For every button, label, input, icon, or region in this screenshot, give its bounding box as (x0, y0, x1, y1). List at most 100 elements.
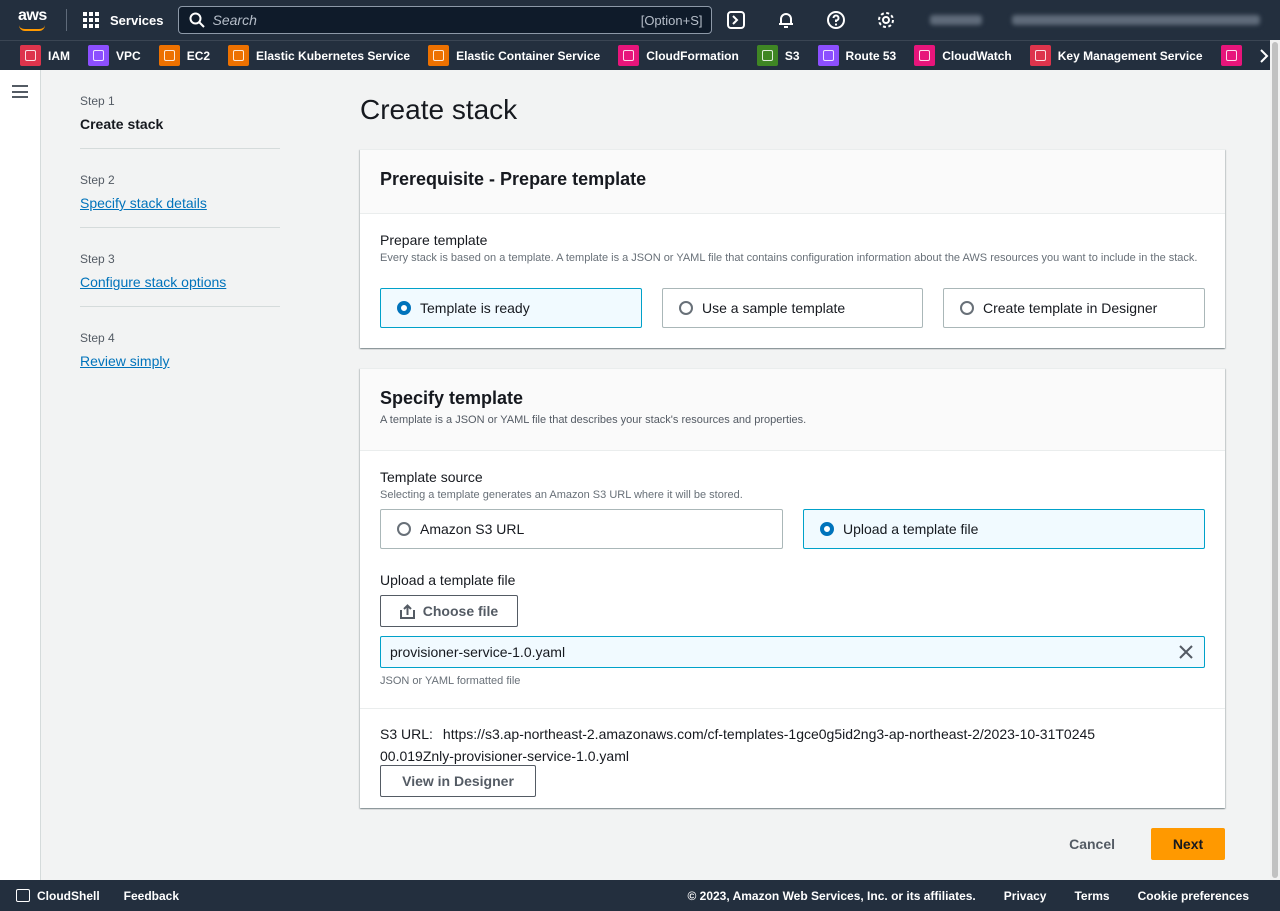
prepare-template-label: Prepare template (380, 232, 488, 248)
upload-file-label: Upload a template file (380, 572, 516, 588)
help-icon (826, 11, 845, 29)
option-label: Use a sample template (702, 300, 846, 316)
wizard-actions: Cancel Next (1069, 828, 1225, 860)
choose-file-label: Choose file (422, 603, 499, 619)
upload-icon (399, 603, 415, 619)
feedback-link[interactable]: Feedback (124, 889, 179, 903)
cookie-preferences-link[interactable]: Cookie preferences (1138, 889, 1249, 903)
selected-file-name: provisioner-service-1.0.yaml (390, 644, 566, 660)
page-title: Create stack (360, 94, 518, 125)
search-input[interactable]: Search [Option+S] (177, 6, 712, 34)
favorite-label: EC2 (186, 48, 211, 63)
service-icon (20, 45, 41, 66)
favorite-vpc[interactable]: VPC (88, 45, 141, 66)
service-icon (1220, 45, 1242, 66)
option-label: Template is ready (420, 300, 530, 316)
search-icon (189, 12, 205, 28)
service-icon (158, 45, 180, 66)
favorite-label: Key Management Service (1057, 48, 1203, 63)
region-menu-blurred[interactable] (929, 15, 982, 25)
favorite-s3[interactable]: S3 (756, 45, 800, 66)
favorite-elastic-container-service[interactable]: Elastic Container Service (428, 45, 600, 66)
s3-url-key: S3 URL: (380, 726, 433, 742)
footer-links: © 2023, Amazon Web Services, Inc. or its… (659, 889, 1249, 903)
wizard-step-4: Step 4 Review simply (80, 331, 280, 385)
aws-logo-text: aws (18, 7, 47, 24)
service-icon (817, 45, 839, 66)
favorite-elastic-kubernetes-service[interactable]: Elastic Kubernetes Service (228, 45, 410, 66)
service-icon (428, 45, 450, 66)
cloudshell-footer-button[interactable]: CloudShell (16, 889, 100, 903)
search-shortcut-hint: [Option+S] (640, 12, 703, 28)
step-link-specify-stack-details[interactable]: Specify stack details (80, 195, 280, 211)
prepare-template-description: Every stack is based on a template. A te… (380, 252, 1198, 264)
panel-heading: Specify template (380, 388, 524, 408)
settings-button[interactable] (866, 0, 906, 40)
panel-description: A template is a JSON or YAML file that d… (380, 414, 807, 426)
radio-selected-icon (397, 301, 411, 315)
s3-url-display: S3 URL: https://s3.ap-northeast-2.amazona… (380, 723, 1100, 767)
page-scrollbar[interactable] (1270, 40, 1280, 880)
specify-template-panel: Specify template A template is a JSON or… (360, 368, 1225, 808)
help-button[interactable] (816, 0, 856, 40)
service-icon (914, 45, 936, 66)
notifications-button[interactable] (766, 0, 806, 40)
panel-header: Prerequisite - Prepare template (360, 150, 1225, 214)
favorite-iam[interactable]: IAM (20, 45, 70, 66)
scrollbar-thumb[interactable] (1272, 42, 1278, 878)
radio-unselected-icon (397, 522, 411, 536)
close-icon[interactable] (1178, 644, 1194, 660)
template-source-label: Template source (380, 469, 483, 485)
favorite-label: Elastic Kubernetes Service (256, 48, 411, 63)
step-link-review[interactable]: Review simply (80, 353, 280, 369)
terminal-icon (726, 11, 745, 29)
menu-icon[interactable] (12, 85, 28, 98)
side-navigation-rail (0, 70, 41, 880)
divider (360, 708, 1225, 709)
panel-header: Specify template A template is a JSON or… (360, 369, 1225, 451)
next-button[interactable]: Next (1151, 828, 1225, 860)
cloudshell-label: CloudShell (37, 888, 100, 903)
option-template-ready[interactable]: Template is ready (380, 288, 642, 328)
terms-link[interactable]: Terms (1074, 889, 1109, 903)
terminal-icon (16, 889, 30, 902)
step-link-configure-stack-options[interactable]: Configure stack options (80, 274, 280, 290)
file-format-hint: JSON or YAML formatted file (380, 675, 521, 687)
gear-icon (877, 12, 894, 28)
nav-divider (66, 9, 67, 31)
search-placeholder: Search (212, 12, 257, 28)
step-number: Step 3 (80, 252, 115, 266)
account-menu-blurred[interactable] (1011, 15, 1260, 25)
option-sample-template[interactable]: Use a sample template (662, 288, 923, 328)
choose-file-button[interactable]: Choose file (380, 595, 518, 627)
option-label: Amazon S3 URL (420, 521, 525, 537)
favorite-key-management-service[interactable]: Key Management Service (1029, 45, 1203, 66)
privacy-link[interactable]: Privacy (1004, 889, 1047, 903)
services-menu-button[interactable]: Services (75, 0, 172, 40)
service-icon (88, 45, 109, 66)
option-label: Create template in Designer (983, 300, 1158, 316)
option-create-in-designer[interactable]: Create template in Designer (943, 288, 1205, 328)
favorite-label: IAM (48, 48, 70, 63)
favorite-route-53[interactable]: Route 53 (817, 45, 897, 66)
wizard-step-3: Step 3 Configure stack options (80, 252, 280, 307)
radio-selected-icon (820, 522, 834, 536)
favorite-ec2[interactable]: EC2 (158, 45, 211, 66)
cancel-button[interactable]: Cancel (1069, 836, 1115, 852)
step-number: Step 1 (80, 94, 115, 108)
option-amazon-s3-url[interactable]: Amazon S3 URL (380, 509, 783, 549)
top-navigation: aws Services Search [Option+S] (0, 0, 1280, 40)
option-upload-template-file[interactable]: Upload a template file (803, 509, 1205, 549)
favorites-bar: IAM VPC EC2 Elastic Kubernetes Service Elast… (0, 40, 1280, 70)
cloudshell-nav-button[interactable] (716, 0, 756, 40)
favorite-label: CloudWatch (942, 48, 1012, 63)
bell-icon (778, 13, 793, 28)
favorite-cloudwatch[interactable]: CloudWatch (914, 45, 1012, 66)
service-icon (618, 45, 640, 66)
view-in-designer-button[interactable]: View in Designer (380, 765, 536, 797)
favorite-cloudformation[interactable]: CloudFormation (618, 45, 739, 66)
favorite-label: Route 53 (845, 48, 897, 63)
aws-logo[interactable]: aws (14, 0, 66, 40)
service-icon (228, 45, 250, 66)
favorite-label: S3 (784, 48, 800, 63)
